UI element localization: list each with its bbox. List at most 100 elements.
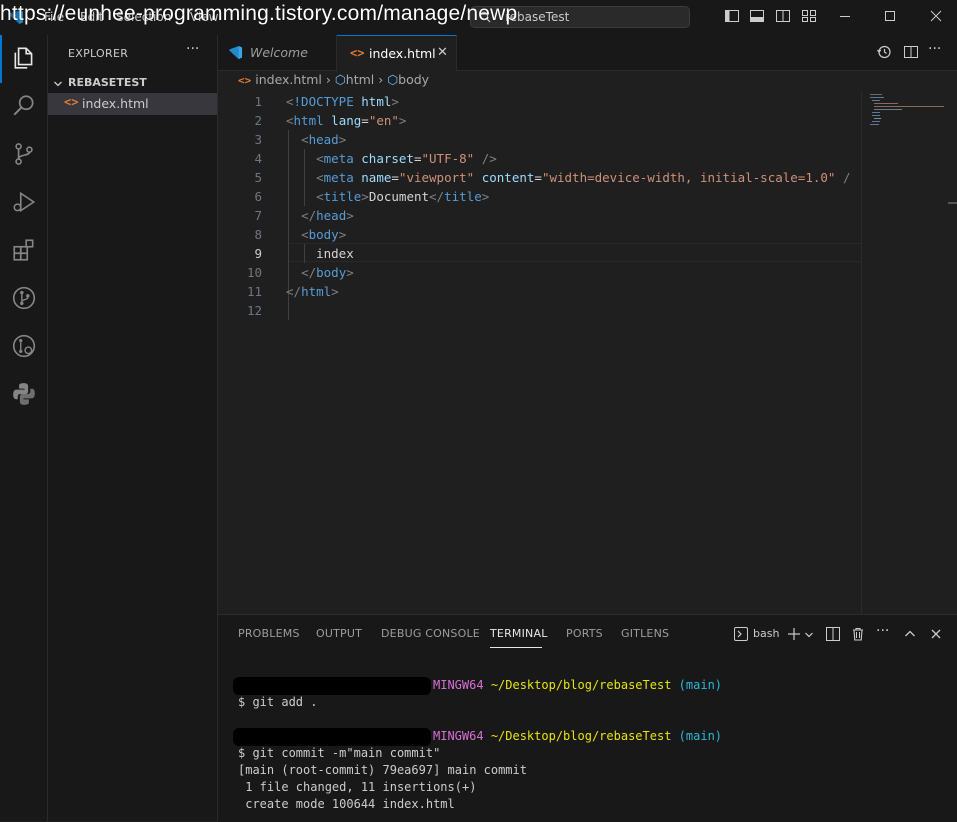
terminal-output-1: [main (root-commit) 79ea697] main commit xyxy=(238,763,527,777)
minimap-line xyxy=(872,121,880,122)
line-number: 1 xyxy=(254,94,262,109)
tab-close-button[interactable]: ✕ xyxy=(437,45,448,60)
explorer-icon[interactable] xyxy=(11,45,37,71)
search-view-icon[interactable] xyxy=(11,93,37,119)
folder-name: REBASETEST xyxy=(68,76,147,89)
minimap-line xyxy=(874,106,944,107)
terminal-output-3: create mode 100644 index.html xyxy=(238,797,455,811)
run-debug-icon[interactable] xyxy=(11,189,37,215)
chevron-down-icon[interactable] xyxy=(804,630,814,640)
code-line-8: <body> xyxy=(301,227,347,242)
chevron-right-icon: › xyxy=(378,72,384,87)
prompt-branch: (main) xyxy=(678,729,723,743)
panel-tab-terminal[interactable]: TERMINAL xyxy=(490,627,548,640)
line-number: 7 xyxy=(254,208,262,223)
tab-index-html[interactable]: <> index.html ✕ xyxy=(337,35,457,71)
split-terminal-icon[interactable] xyxy=(826,627,840,641)
line-number: 8 xyxy=(254,227,262,242)
folder-rebasetest[interactable]: REBASETEST xyxy=(48,73,217,95)
minimap-line xyxy=(874,118,881,119)
symbol-element-icon: ⬡ xyxy=(387,72,399,87)
panel-tab-output[interactable]: OUTPUT xyxy=(316,627,362,640)
explorer-title: EXPLORER xyxy=(68,47,129,60)
split-editor-icon[interactable] xyxy=(903,44,919,60)
maximize-panel-icon[interactable] xyxy=(904,628,916,640)
html-file-icon: <> xyxy=(350,46,365,60)
explorer-more-actions-button[interactable]: ··· xyxy=(186,41,199,57)
panel-tab-problems[interactable]: PROBLEMS xyxy=(238,627,300,640)
line-number: 4 xyxy=(254,151,262,166)
breadcrumb-file[interactable]: index.html xyxy=(255,72,322,87)
code-line-5: <meta name="viewport" content="width=dev… xyxy=(316,170,851,185)
line-number: 11 xyxy=(246,284,262,299)
tab-welcome-label: Welcome xyxy=(250,45,308,60)
terminal-output-2: 1 file changed, 11 insertions(+) xyxy=(238,780,477,794)
minimize-icon[interactable] xyxy=(837,8,853,24)
code-line-9: index xyxy=(316,246,354,261)
python-icon[interactable] xyxy=(11,381,37,407)
new-terminal-icon[interactable] xyxy=(787,627,801,641)
terminal-shell-name[interactable]: bash xyxy=(753,627,779,640)
line-number: 12 xyxy=(246,303,262,318)
vscode-welcome-icon xyxy=(228,45,243,60)
panel-tab-ports[interactable]: PORTS xyxy=(566,627,603,640)
terminal-command-1: $ git add . xyxy=(238,695,318,709)
timeline-history-icon[interactable] xyxy=(876,44,892,60)
line-number: 5 xyxy=(254,170,262,185)
minimap-line xyxy=(874,103,898,104)
line-number: 3 xyxy=(254,132,262,147)
code-editor[interactable]: 1 2 3 4 5 6 7 8 9 10 11 12 <!DOCTYPE htm… xyxy=(218,92,861,614)
minimap-line xyxy=(872,115,880,116)
line-number: 9 xyxy=(254,246,262,261)
minimap-line xyxy=(870,94,882,95)
tab-welcome[interactable]: Welcome xyxy=(218,35,337,70)
minimap-line xyxy=(874,109,902,110)
panel-tab-gitlens[interactable]: GITLENS xyxy=(621,627,669,640)
chevron-down-icon xyxy=(54,81,62,87)
panel-tab-debug-console[interactable]: DEBUG CONSOLE xyxy=(381,627,480,640)
gitlens-inspect-icon[interactable] xyxy=(11,333,37,359)
activity-bar xyxy=(0,35,48,821)
prompt-path: ~/Desktop/blog/rebaseTest xyxy=(490,678,672,692)
line-number: 10 xyxy=(246,265,262,280)
code-line-2: <html lang="en"> xyxy=(286,113,407,128)
active-indicator xyxy=(0,35,2,83)
prompt-branch: (main) xyxy=(678,678,723,692)
toggle-secondary-sidebar-icon[interactable] xyxy=(775,8,791,24)
code-line-3: <head> xyxy=(301,132,347,147)
terminal-prompt-2: MINGW64 ~/Desktop/blog/rebaseTest (main) xyxy=(433,729,722,743)
toggle-primary-sidebar-icon[interactable] xyxy=(724,8,740,24)
minimap[interactable] xyxy=(861,92,957,614)
customize-layout-icon[interactable] xyxy=(801,8,817,24)
maximize-icon[interactable] xyxy=(882,8,898,24)
title-bar: File Edit Selection View rebaseTest http… xyxy=(0,0,957,36)
extensions-icon[interactable] xyxy=(11,237,37,263)
close-window-icon[interactable] xyxy=(928,8,944,24)
minimap-line xyxy=(870,97,884,98)
minimap-line xyxy=(872,100,880,101)
active-tab-underline xyxy=(490,647,542,648)
code-line-4: <meta charset="UTF-8" /> xyxy=(316,151,497,166)
minimap-line xyxy=(870,124,879,125)
url-overlay: https://eunhee-programming.tistory.com/m… xyxy=(0,2,518,25)
gitlens-icon[interactable] xyxy=(11,285,37,311)
toggle-panel-icon[interactable] xyxy=(749,8,765,24)
code-line-7: </head> xyxy=(301,208,354,223)
file-index-html[interactable]: <> index.html xyxy=(48,93,217,115)
editor-more-actions-button[interactable]: ··· xyxy=(928,41,941,57)
html-file-icon: <> xyxy=(238,74,252,87)
panel-more-actions-button[interactable]: ··· xyxy=(876,623,889,639)
close-panel-icon[interactable] xyxy=(930,628,942,640)
source-control-icon[interactable] xyxy=(11,141,37,167)
editor-tab-bar: Welcome <> index.html ✕ ··· xyxy=(218,35,957,71)
trash-icon[interactable] xyxy=(851,627,865,641)
code-line-11: </html> xyxy=(286,284,339,299)
html-file-icon: <> xyxy=(64,95,79,109)
breadcrumb-body[interactable]: body xyxy=(398,72,429,87)
tab-index-label: index.html xyxy=(369,46,436,61)
line-number: 6 xyxy=(254,189,262,204)
explorer-sidebar: EXPLORER ··· REBASETEST <> index.html xyxy=(48,35,218,821)
prompt-host: MINGW64 xyxy=(433,678,484,692)
breadcrumb-html[interactable]: html xyxy=(346,72,374,87)
minimap-line xyxy=(872,112,880,113)
